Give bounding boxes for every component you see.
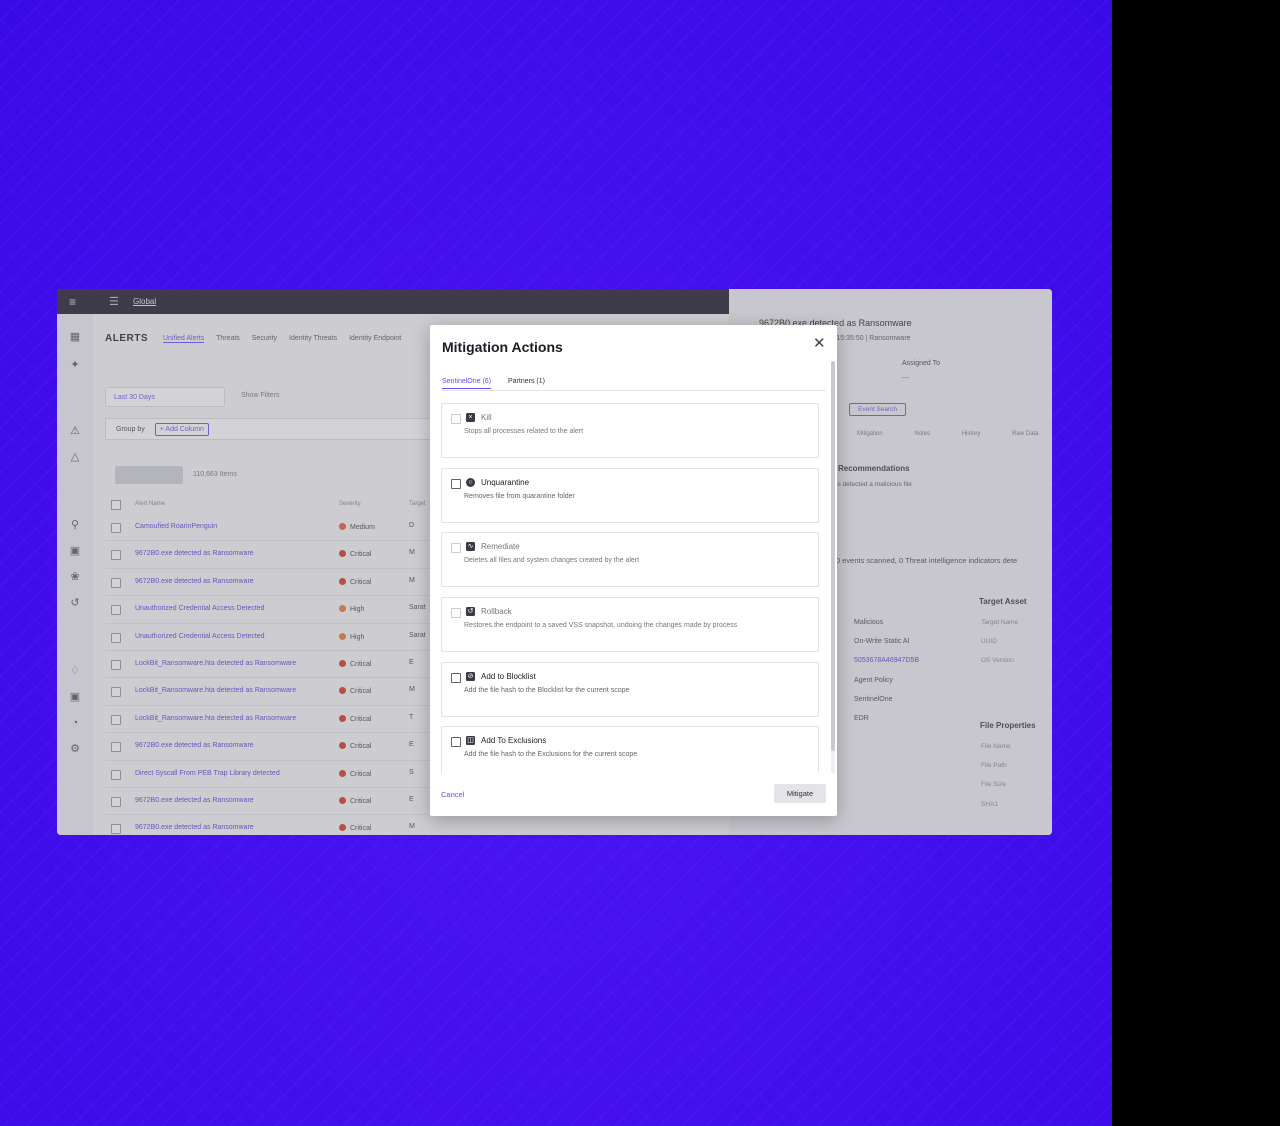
action-add-to-blocklist[interactable]: ⊘ Add to Blocklist Add the file hash to … <box>441 662 819 717</box>
kill-icon: × <box>466 413 475 422</box>
unquarantine-icon: ○ <box>466 478 475 487</box>
dialog-title: Mitigation Actions <box>442 339 563 355</box>
rollback-icon: ↺ <box>466 607 475 616</box>
action-remediate[interactable]: ∿ Remediate Deletes all files and system… <box>441 532 819 587</box>
action-description: Add the file hash to the Blocklist for t… <box>464 687 630 694</box>
action-label: Kill <box>481 413 492 422</box>
action-description: Restores the endpoint to a saved VSS sna… <box>464 622 738 629</box>
action-label: Add To Exclusions <box>481 736 547 745</box>
action-description: Add the file hash to the Exclusions for … <box>464 751 638 758</box>
close-icon[interactable]: ✕ <box>813 334 826 352</box>
mitigation-actions-dialog: Mitigation Actions ✕ SentinelOne (6) Par… <box>430 325 837 816</box>
remediate-checkbox[interactable] <box>451 543 461 553</box>
cancel-button[interactable]: Cancel <box>441 790 464 799</box>
action-add-to-exclusions[interactable]: ◫ Add To Exclusions Add the file hash to… <box>441 726 819 773</box>
action-label: Unquarantine <box>481 478 530 487</box>
action-kill[interactable]: × Kill Stops all processes related to th… <box>441 403 819 458</box>
action-description: Deletes all files and system changes cre… <box>464 557 640 564</box>
blocklist-checkbox[interactable] <box>451 673 461 683</box>
blocklist-icon: ⊘ <box>466 672 475 681</box>
unquarantine-checkbox[interactable] <box>451 479 461 489</box>
exclusions-icon: ◫ <box>466 736 475 745</box>
rollback-checkbox[interactable] <box>451 608 461 618</box>
remediate-icon: ∿ <box>466 542 475 551</box>
kill-checkbox[interactable] <box>451 414 461 424</box>
black-margin <box>1112 0 1280 1126</box>
dialog-scrollbar[interactable] <box>831 361 835 773</box>
action-label: Add to Blocklist <box>481 672 536 681</box>
action-label: Remediate <box>481 542 520 551</box>
dialog-tabs: SentinelOne (6) Partners (1) <box>442 376 826 391</box>
mitigation-action-list: × Kill Stops all processes related to th… <box>441 403 819 773</box>
action-rollback[interactable]: ↺ Rollback Restores the endpoint to a sa… <box>441 597 819 652</box>
tab-partners[interactable]: Partners (1) <box>508 378 545 385</box>
action-description: Stops all processes related to the alert <box>464 428 584 435</box>
exclusions-checkbox[interactable] <box>451 737 461 747</box>
action-unquarantine[interactable]: ○ Unquarantine Removes file from quarant… <box>441 468 819 523</box>
action-description: Removes file from quarantine folder <box>464 493 575 500</box>
mitigate-button[interactable]: Mitigate <box>774 784 826 803</box>
tab-sentinelone[interactable]: SentinelOne (6) <box>442 378 492 389</box>
action-label: Rollback <box>481 607 512 616</box>
